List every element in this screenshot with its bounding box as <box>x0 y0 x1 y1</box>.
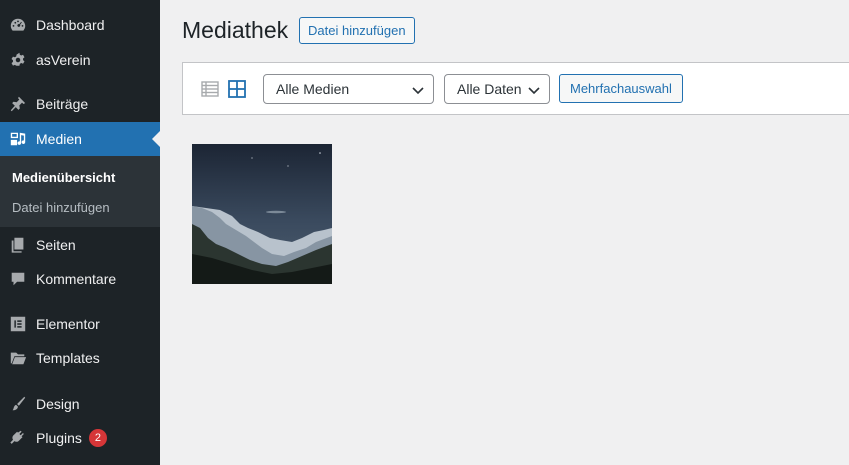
add-file-button[interactable]: Datei hinzufügen <box>299 17 415 44</box>
folder-icon <box>0 349 36 367</box>
chevron-down-icon <box>528 87 540 95</box>
sidebar-item-seiten[interactable]: Seiten <box>0 228 160 262</box>
submenu-item-medienuebersicht[interactable]: Medienübersicht <box>12 170 115 185</box>
sidebar-item-templates[interactable]: Templates <box>0 341 160 375</box>
comment-icon <box>0 270 36 288</box>
sidebar-item-kommentare[interactable]: Kommentare <box>0 262 160 296</box>
update-count-badge: 2 <box>88 429 107 447</box>
sidebar-item-label: Plugins <box>36 430 82 446</box>
gear-icon <box>0 51 36 69</box>
date-filter-value: Alle Daten <box>457 81 522 97</box>
sidebar-item-asverein[interactable]: asVerein <box>0 43 160 77</box>
media-submenu: Medienübersicht Datei hinzufügen <box>0 156 160 227</box>
media-toolbar: Alle Medien Alle Daten Mehrfachauswahl <box>182 62 849 115</box>
sidebar-item-plugins[interactable]: Plugins 2 <box>0 421 160 455</box>
dashboard-icon <box>0 16 36 34</box>
sidebar-item-elementor[interactable]: Elementor <box>0 307 160 341</box>
mountain-photo <box>192 144 332 284</box>
page-title: Mediathek <box>182 17 289 43</box>
submenu-item-datei-hinzufuegen[interactable]: Datei hinzufügen <box>12 200 110 215</box>
sidebar-item-medien[interactable]: Medien <box>0 122 160 156</box>
media-thumbnail[interactable] <box>192 144 332 284</box>
chevron-down-icon <box>412 87 424 95</box>
elementor-icon <box>0 315 36 333</box>
sidebar-item-label: Kommentare <box>36 271 117 287</box>
date-filter[interactable]: Alle Daten <box>444 74 550 104</box>
grid-view-icon[interactable] <box>227 79 247 99</box>
sidebar-item-label: Medien <box>36 131 82 147</box>
bulk-select-button[interactable]: Mehrfachauswahl <box>559 74 683 103</box>
list-view-icon[interactable] <box>200 79 220 99</box>
sidebar-item-label: Dashboard <box>36 17 105 33</box>
pages-icon <box>0 236 36 254</box>
sidebar-item-label: Elementor <box>36 316 100 332</box>
sidebar-item-dashboard[interactable]: Dashboard <box>0 8 160 42</box>
sidebar-item-label: Design <box>36 396 80 412</box>
paintbrush-icon <box>0 395 36 413</box>
sidebar-item-label: asVerein <box>36 52 91 68</box>
sidebar-item-beitraege[interactable]: Beiträge <box>0 87 160 121</box>
sidebar-item-label: Templates <box>36 350 100 366</box>
sidebar-item-design[interactable]: Design <box>0 387 160 421</box>
plugin-icon <box>0 429 36 447</box>
admin-sidebar: Dashboard asVerein Beiträge Medien Medie… <box>0 0 160 465</box>
pushpin-icon <box>0 95 36 113</box>
media-type-filter-value: Alle Medien <box>276 81 350 97</box>
media-type-filter[interactable]: Alle Medien <box>263 74 434 104</box>
sidebar-item-label: Seiten <box>36 237 76 253</box>
sidebar-item-label: Beiträge <box>36 96 89 112</box>
media-icon <box>0 130 36 148</box>
